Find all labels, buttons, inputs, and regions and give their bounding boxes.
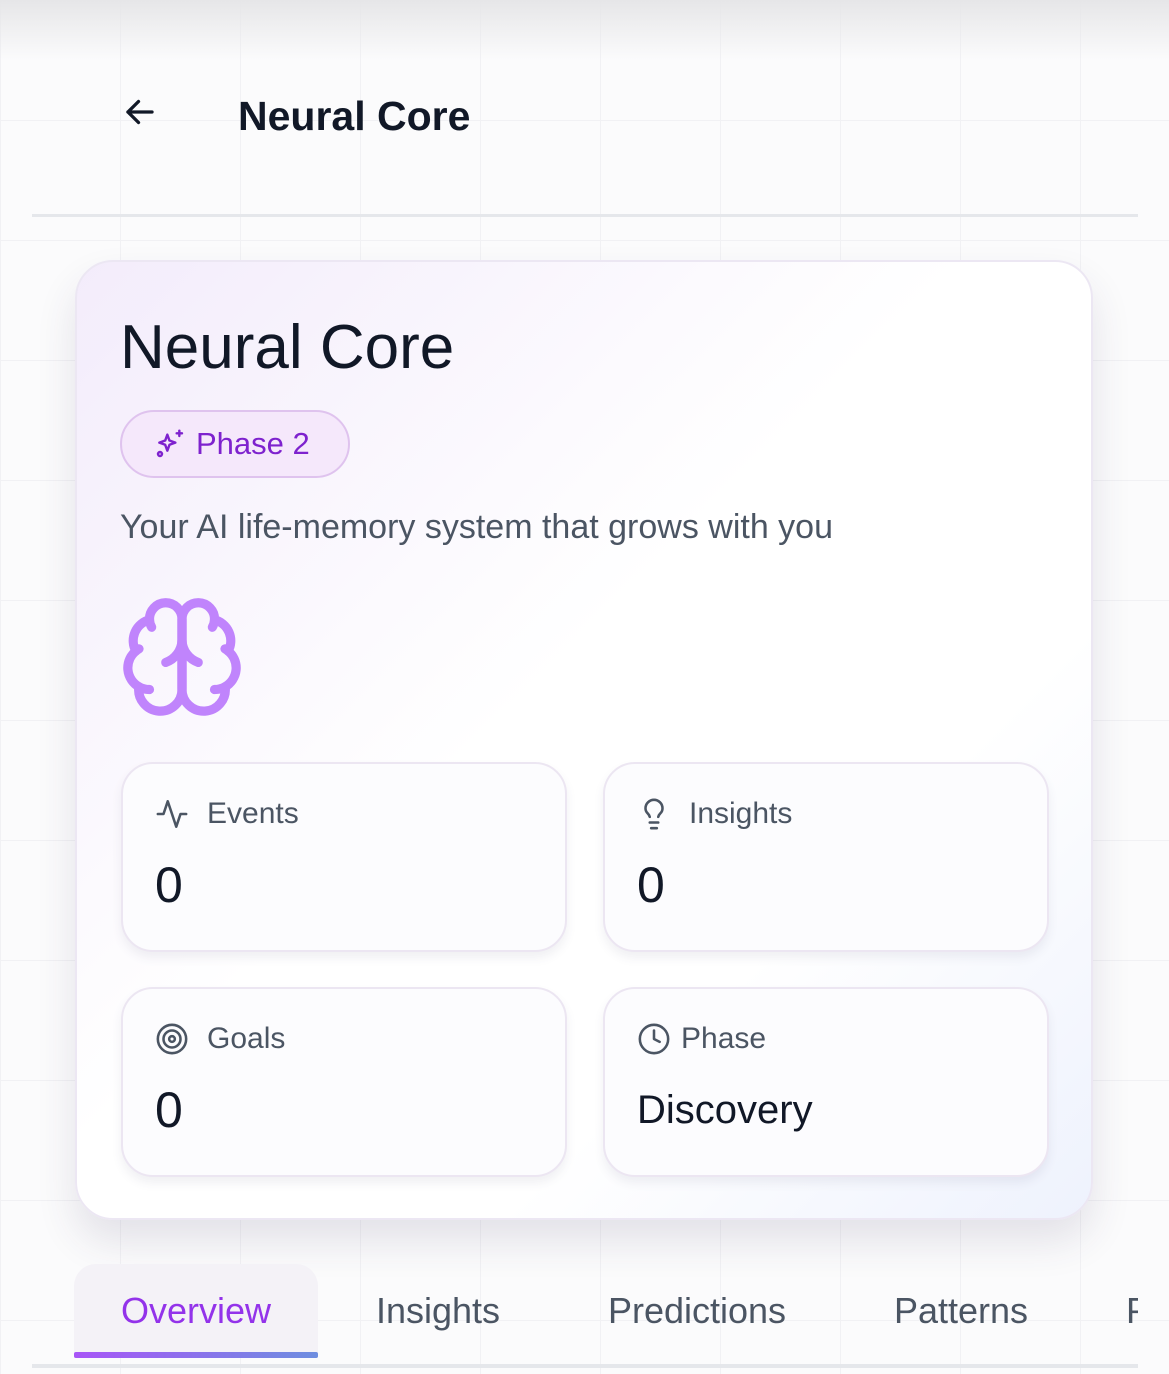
activity-icon [156,799,188,829]
tab-label: Insights [375,1290,501,1331]
active-tab-indicator [74,1352,318,1358]
stat-card-events: Events 0 [121,762,567,952]
card-description: Your AI life-memory system that grows wi… [120,508,834,546]
tab-insights[interactable]: Insights [350,1264,526,1358]
stat-value: 0 [637,857,665,913]
tab-bar: Overview Insights Predictions Patterns P [32,1264,1138,1368]
tab-label: P [1126,1290,1138,1332]
sparkles-icon [156,429,184,458]
arrow-left-icon [126,99,154,125]
app-header: Neural Core [32,40,1138,217]
clock-icon [638,1023,670,1055]
phase-badge-label: Phase 2 [196,426,310,461]
tab-label: Overview [120,1290,272,1331]
stat-card-insights: Insights 0 [603,762,1049,952]
phase-badge: Phase 2 [120,410,350,478]
stat-card-phase: Phase Discovery [603,987,1049,1177]
stat-label: Goals [207,1022,286,1055]
tab-label: Patterns [893,1290,1029,1331]
stat-label: Phase [681,1022,767,1055]
lightbulb-icon [644,798,664,830]
stat-value: 0 [155,857,183,913]
tab-overview[interactable]: Overview [74,1264,318,1358]
stat-label: Events [207,797,299,830]
stat-card-goals: Goals 0 [121,987,567,1177]
brain-icon [123,598,241,716]
tab-partial[interactable]: P [1126,1264,1138,1358]
back-button[interactable] [116,88,164,136]
stat-label: Insights [689,797,793,830]
stat-value: Discovery [637,1088,813,1132]
stat-value: 0 [155,1082,183,1138]
page-title: Neural Core [238,93,471,139]
target-icon [156,1023,188,1055]
card-title: Neural Core [120,313,455,382]
tab-predictions[interactable]: Predictions [578,1264,816,1358]
tab-label: Predictions [607,1290,787,1331]
tab-patterns[interactable]: Patterns [868,1264,1054,1358]
neural-core-card: Neural Core Phase 2 Your AI life-memory … [75,260,1093,1220]
